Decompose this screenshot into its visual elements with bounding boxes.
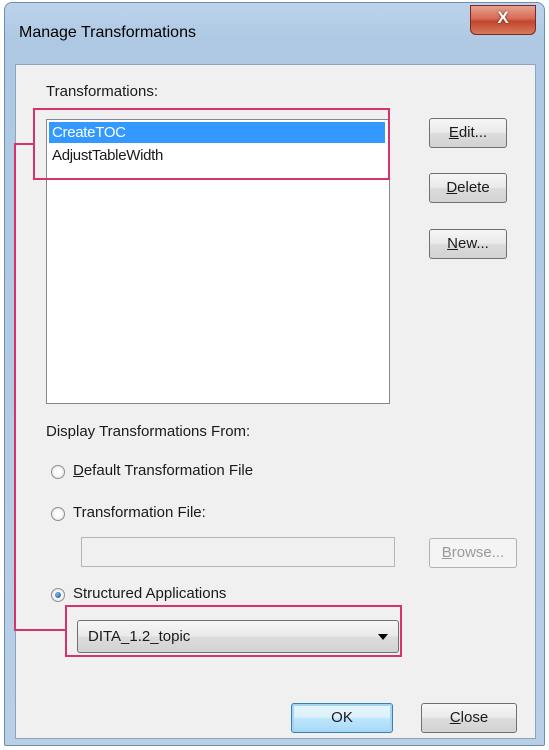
default-file-mnemonic: D [73,462,84,479]
connector-bottom [14,629,66,631]
transformation-file-radio[interactable] [51,507,65,521]
transformations-label: Transformations: [46,83,158,100]
browse-button[interactable]: Browse... [429,538,517,568]
edit-label: dit... [458,124,488,141]
close-label: lose [460,709,489,726]
transformation-file-path-input[interactable] [81,537,395,567]
transformation-file-option-label: Transformation File: [73,504,206,521]
delete-label: elete [457,179,490,196]
delete-button[interactable]: Delete [429,173,507,203]
default-file-radio[interactable] [51,465,65,479]
dropdown-highlight-box [65,605,402,657]
window-title: Manage Transformations [19,24,196,41]
connector-vertical [14,143,16,631]
close-window-button[interactable]: X [470,5,536,35]
display-from-label: Display Transformations From: [46,423,251,440]
delete-mnemonic: D [446,179,458,196]
new-mnemonic: N [447,235,458,252]
title-bar[interactable]: Manage Transformations X [5,3,544,65]
transformations-highlight-box [33,108,390,180]
close-mnemonic: C [449,709,461,726]
new-button[interactable]: New... [429,229,507,259]
close-button[interactable]: Close [421,703,517,733]
browse-label: rowse... [451,544,505,561]
radio-selected-dot [55,592,61,598]
structured-applications-radio[interactable] [51,588,65,602]
new-label: ew... [457,235,489,252]
browse-mnemonic: B [441,544,452,561]
edit-button[interactable]: Edit... [429,118,507,148]
default-file-text: efault Transformation File [83,462,254,479]
edit-mnemonic: E [448,124,459,141]
structured-applications-option-label: Structured Applications [73,585,227,602]
ok-button[interactable]: OK [291,703,393,733]
connector-top [14,143,34,145]
default-file-option-label: Default Transformation File [73,462,253,479]
close-icon: X [497,8,509,27]
